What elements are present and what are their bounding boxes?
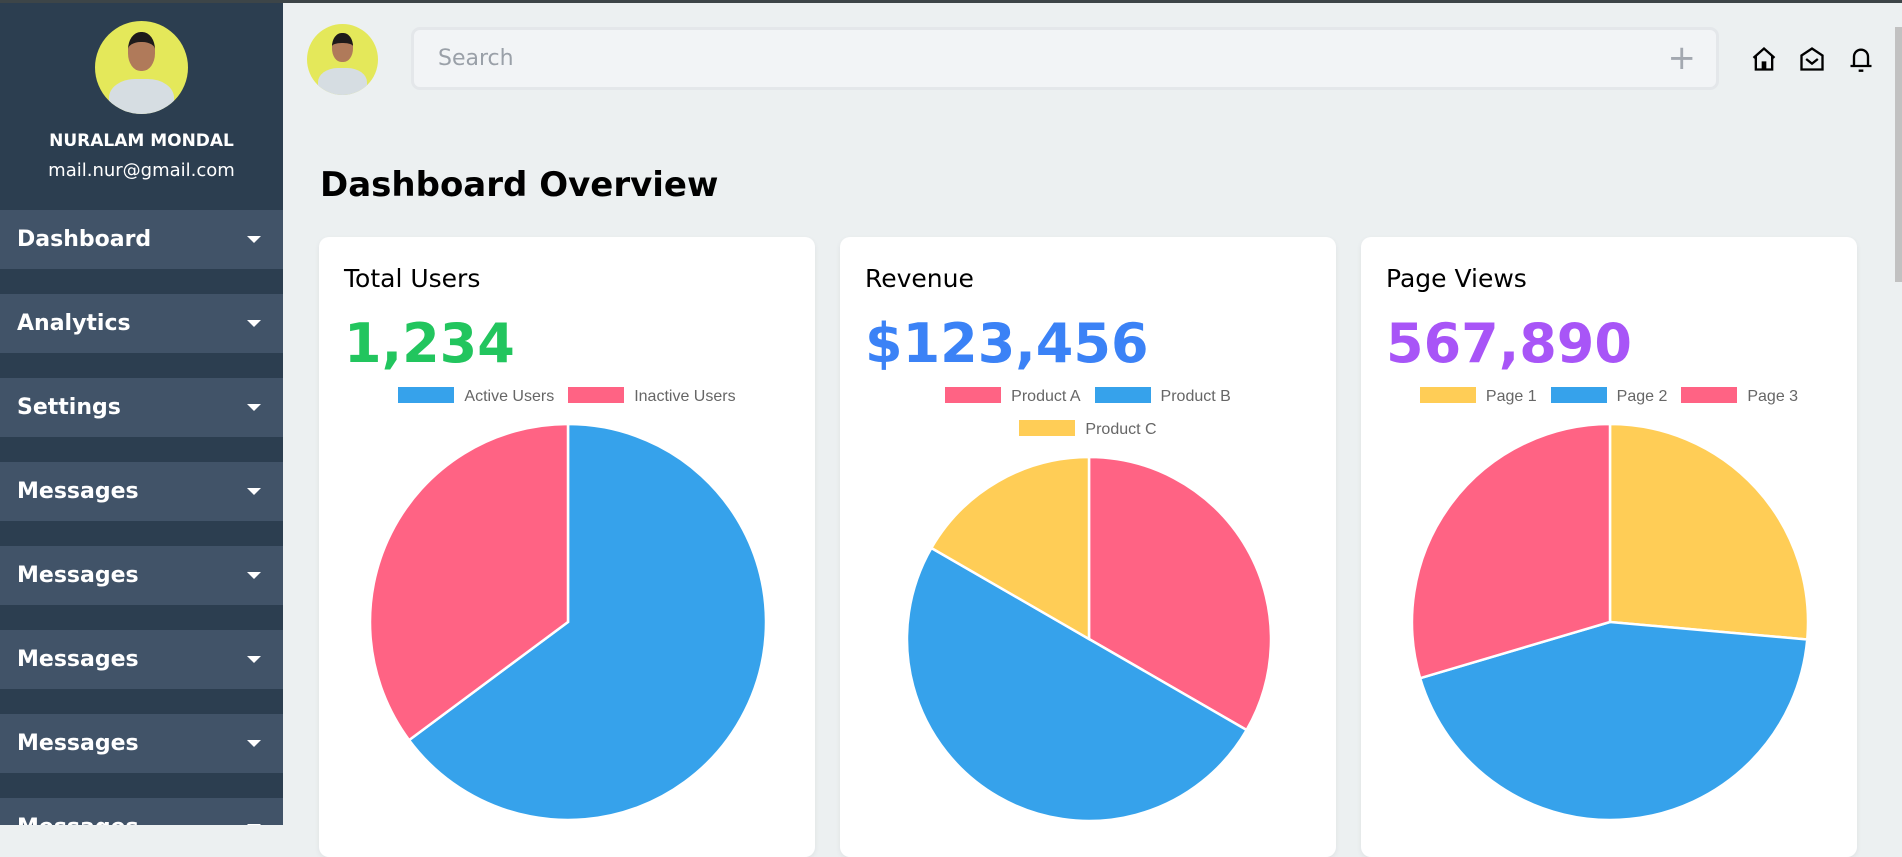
user-email: mail.nur@gmail.com [48, 160, 235, 181]
sidebar-item-settings[interactable]: Settings [0, 378, 283, 437]
pie-slice-page-1[interactable] [1608, 422, 1810, 641]
sidebar-item-label: Analytics [17, 311, 131, 336]
mail-open-icon[interactable] [1798, 45, 1826, 73]
card-page-views: Page Views 567,890 Page 1 Page 2 Page 3 [1361, 237, 1857, 857]
sidebar-item-label: Messages [17, 731, 139, 756]
sidebar-item-analytics[interactable]: Analytics [0, 294, 283, 353]
header-avatar[interactable] [307, 24, 378, 95]
sidebar-item-label: Dashboard [17, 227, 152, 252]
sidebar-item-messages[interactable]: Messages [0, 714, 283, 773]
pie-chart [1410, 422, 1810, 822]
search-input[interactable] [414, 30, 1594, 87]
sidebar-item-messages[interactable]: Messages [0, 798, 283, 825]
caret-down-icon [247, 740, 261, 747]
bell-icon[interactable] [1847, 45, 1875, 73]
pie-chart [905, 455, 1273, 823]
caret-down-icon [247, 320, 261, 327]
sidebar-item-label: Messages [17, 479, 139, 504]
scrollbar[interactable] [1895, 27, 1902, 282]
search-bar: + [411, 27, 1719, 90]
sidebar-item-dashboard[interactable]: Dashboard [0, 210, 283, 269]
window-top-border [0, 0, 1902, 3]
caret-down-icon [247, 236, 261, 243]
caret-down-icon [247, 572, 261, 579]
card-revenue: Revenue $123,456 Product A Product B Produc… [840, 237, 1336, 857]
sidebar-item-label: Settings [17, 395, 121, 420]
sidebar-item-label: Messages [17, 647, 139, 672]
sidebar-avatar [95, 21, 188, 114]
sidebar-item-label: Messages [17, 563, 139, 588]
pie-chart [368, 422, 768, 822]
card-total-users: Total Users 1,234 Active Users Inactive Us… [319, 237, 815, 857]
home-icon[interactable] [1750, 45, 1778, 73]
user-name: NURALAM MONDAL [49, 131, 234, 151]
caret-down-icon [247, 488, 261, 495]
caret-down-icon [247, 404, 261, 411]
page-title: Dashboard Overview [320, 165, 719, 205]
sidebar-item-label: Messages [17, 815, 139, 825]
sidebar: NURALAM MONDAL mail.nur@gmail.com Dashbo… [0, 3, 283, 825]
sidebar-item-messages[interactable]: Messages [0, 546, 283, 605]
sidebar-item-messages[interactable]: Messages [0, 630, 283, 689]
sidebar-item-messages[interactable]: Messages [0, 462, 283, 521]
plus-icon[interactable]: + [1668, 38, 1697, 78]
caret-down-icon [247, 656, 261, 663]
